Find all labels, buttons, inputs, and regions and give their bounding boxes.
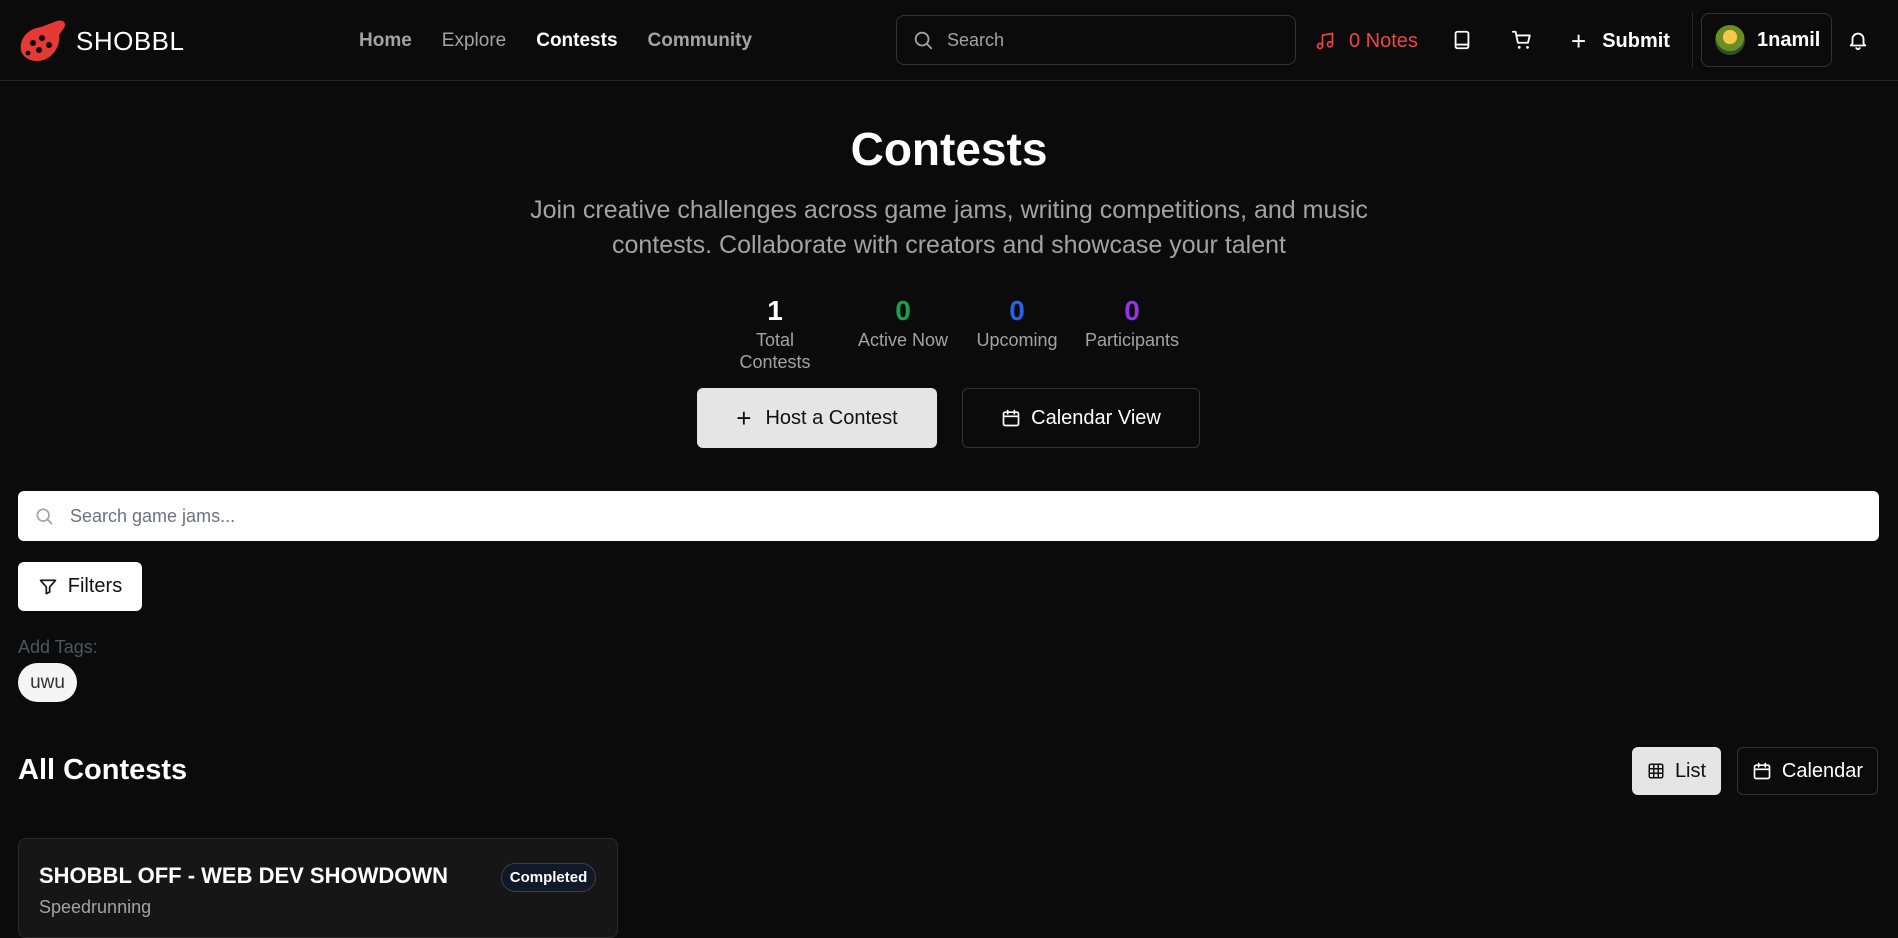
grid-icon xyxy=(1648,763,1664,779)
avatar xyxy=(1715,25,1745,55)
cart-icon xyxy=(1511,30,1531,49)
status-badge: Completed xyxy=(501,863,596,892)
search-icon xyxy=(914,31,933,50)
contest-category: Speedrunning xyxy=(39,897,152,917)
calendar-view-button[interactable]: Calendar View xyxy=(962,388,1200,448)
game-jam-search[interactable] xyxy=(18,491,1879,541)
host-contest-label: Host a Contest xyxy=(765,406,898,429)
stat-active-now: 0 Active Now xyxy=(855,293,951,351)
stat-label: Total Contests xyxy=(739,330,811,372)
game-jam-search-input[interactable] xyxy=(70,505,1770,527)
calendar-toggle-label: Calendar xyxy=(1781,759,1864,782)
calendar-icon xyxy=(1002,409,1020,427)
calendar-view-toggle[interactable]: Calendar xyxy=(1737,747,1878,795)
notes-button[interactable]: 0 Notes xyxy=(1315,24,1418,58)
filters-button[interactable]: Filters xyxy=(18,562,142,611)
plus-icon: + xyxy=(1571,26,1587,56)
stat-value: 0 xyxy=(895,295,911,326)
main-nav: Home Explore Contests Community xyxy=(359,24,782,58)
search-input[interactable] xyxy=(947,29,1277,51)
calendar-view-label: Calendar View xyxy=(1031,406,1161,429)
stat-label: Upcoming xyxy=(976,330,1058,350)
submit-button[interactable]: + Submit xyxy=(1571,24,1670,58)
bell-icon[interactable] xyxy=(1847,29,1869,51)
page-subtitle: Join creative challenges across game jam… xyxy=(530,196,1368,259)
all-contests-heading: All Contests xyxy=(18,754,188,786)
brand-logo[interactable]: SHOBBL xyxy=(17,17,185,65)
stat-upcoming: 0 Upcoming xyxy=(972,293,1062,351)
nav-explore[interactable]: Explore xyxy=(442,30,506,52)
submit-label: Submit xyxy=(1602,29,1670,52)
ocarina-logo-icon xyxy=(20,20,66,62)
nav-contests[interactable]: Contests xyxy=(536,30,617,52)
stat-value: 0 xyxy=(1009,295,1025,326)
nav-divider xyxy=(1692,12,1693,68)
user-menu-button[interactable]: 1namil xyxy=(1701,13,1832,67)
username: 1namil xyxy=(1757,28,1821,51)
stat-total-contests: 1 Total Contests xyxy=(720,293,830,373)
plus-icon: + xyxy=(736,403,752,433)
filters-label: Filters xyxy=(67,575,123,597)
contest-card[interactable]: SHOBBL OFF - WEB DEV SHOWDOWN Speedrunni… xyxy=(18,838,618,938)
stat-label: Participants xyxy=(1084,330,1180,350)
stat-label: Active Now xyxy=(857,330,949,350)
list-view-toggle[interactable]: List xyxy=(1632,747,1721,795)
page-title: Contests xyxy=(850,123,1048,175)
notes-label: 0 Notes xyxy=(1349,29,1418,52)
contest-title: SHOBBL OFF - WEB DEV SHOWDOWN xyxy=(39,863,449,888)
nav-home[interactable]: Home xyxy=(359,30,412,52)
add-tags-heading: Add Tags: xyxy=(18,637,98,657)
global-search[interactable] xyxy=(896,15,1296,65)
music-note-icon xyxy=(1316,32,1334,50)
stat-value: 1 xyxy=(767,295,783,326)
filter-icon xyxy=(39,579,57,594)
top-navbar: SHOBBL Home Explore Contests Community 0… xyxy=(0,0,1898,81)
search-icon xyxy=(36,508,53,525)
book-icon xyxy=(1454,30,1470,50)
nav-community[interactable]: Community xyxy=(648,30,753,52)
calendar-icon xyxy=(1753,762,1771,780)
library-button[interactable] xyxy=(1449,27,1475,53)
stat-value: 0 xyxy=(1124,295,1140,326)
contest-stats: 1 Total Contests 0 Active Now 0 Upcoming… xyxy=(0,293,1898,372)
list-view-label: List xyxy=(1674,759,1707,782)
brand-name: SHOBBL xyxy=(76,25,185,56)
cart-button[interactable] xyxy=(1509,27,1535,53)
tag-chip[interactable]: uwu xyxy=(18,663,77,702)
stat-participants: 0 Participants xyxy=(1084,293,1180,351)
host-contest-button[interactable]: + Host a Contest xyxy=(697,388,937,448)
